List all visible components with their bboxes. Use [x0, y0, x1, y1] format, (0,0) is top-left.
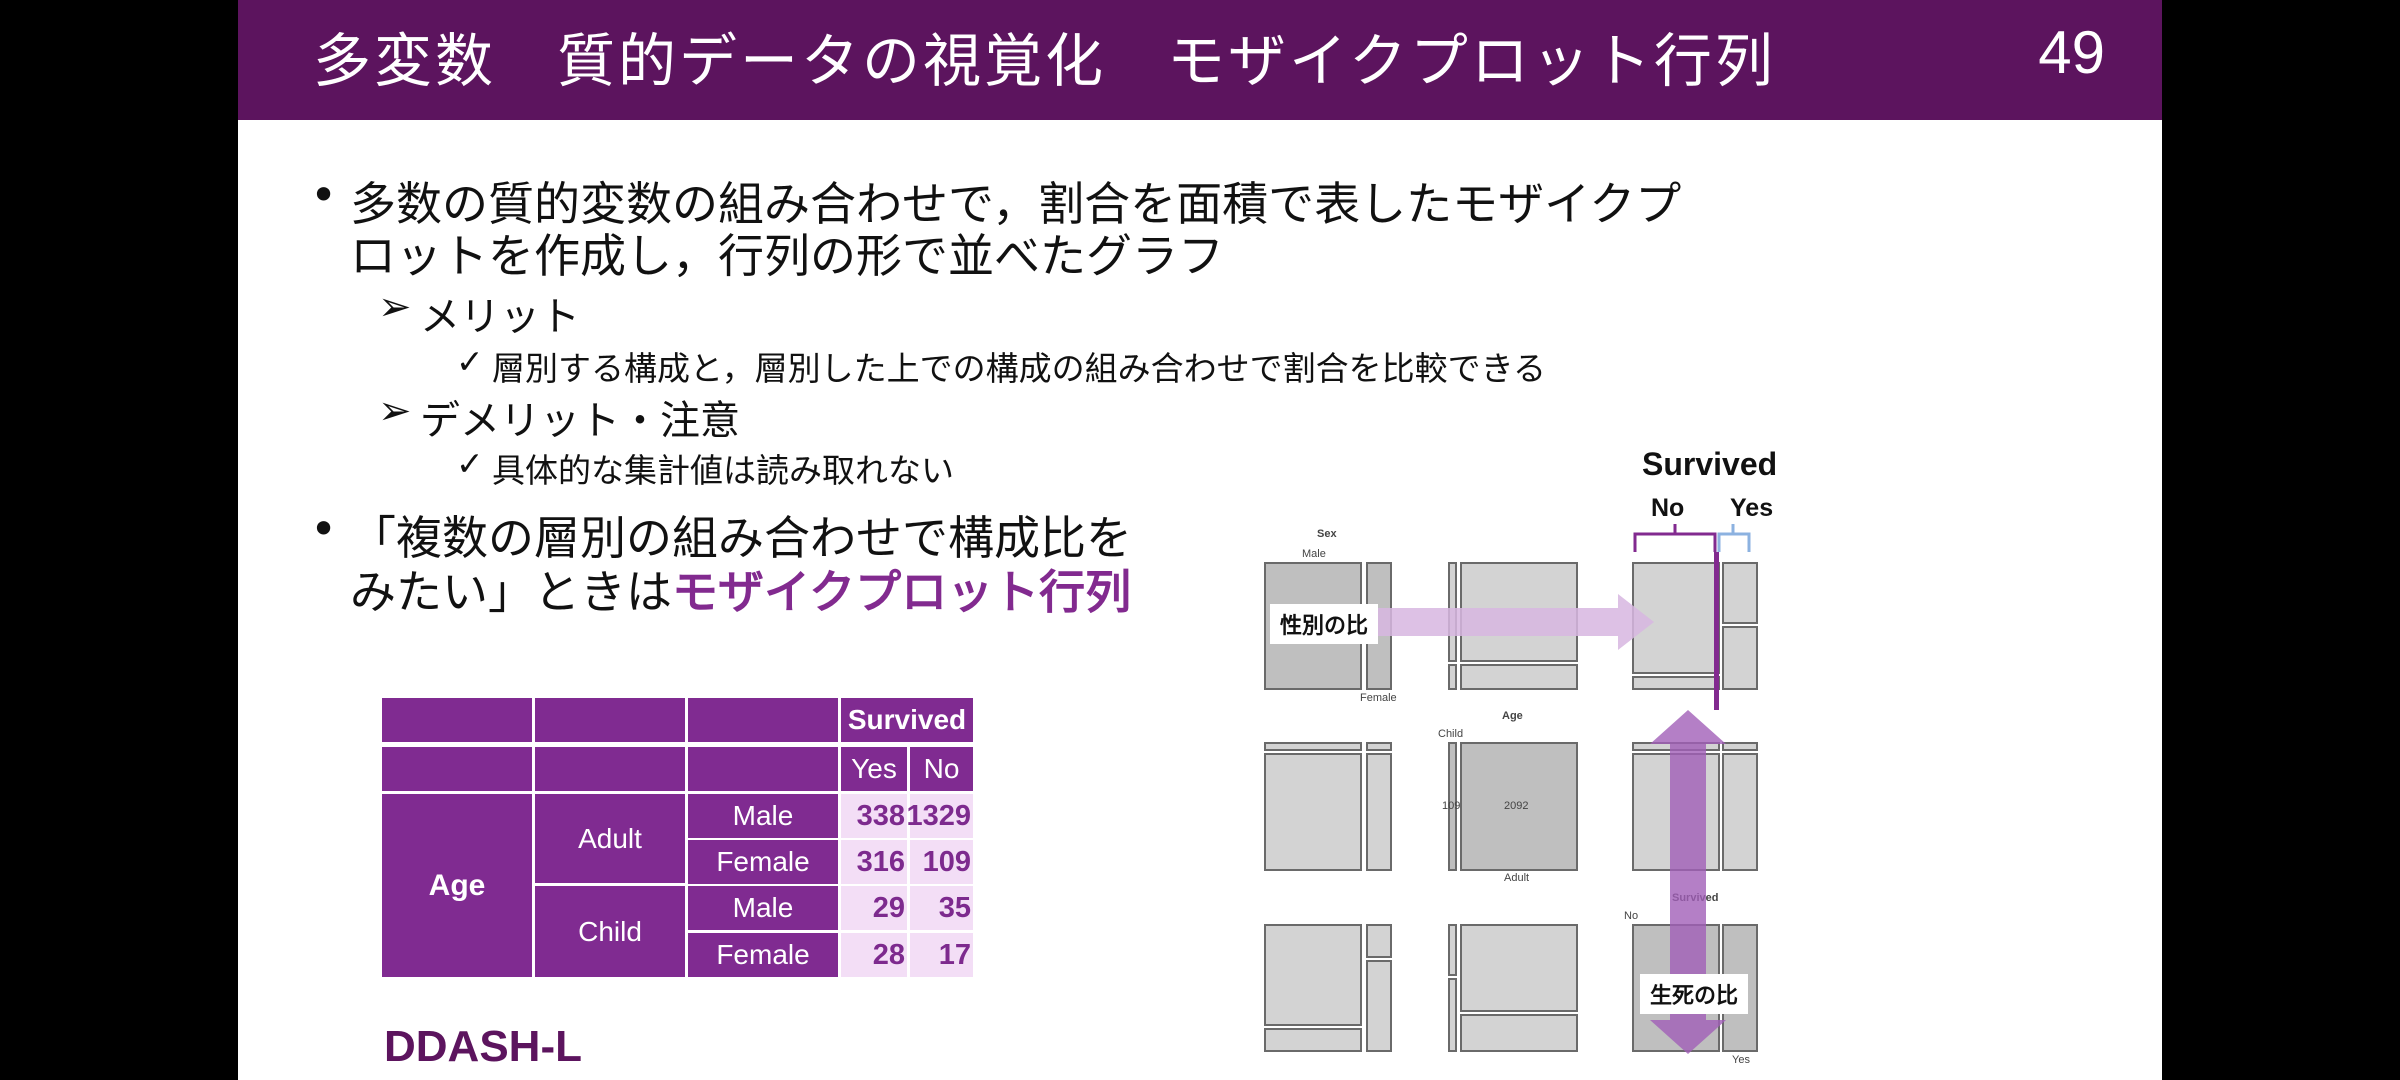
bullet2-line2: みたい」ときはモザイクプロット行列 — [350, 556, 1131, 622]
arrow-marker: ➢ — [378, 284, 412, 330]
page-number: 49 — [2038, 19, 2105, 86]
table-header-blank — [535, 747, 685, 791]
adult-label: Adult — [535, 794, 685, 883]
mosaic-tile — [1448, 978, 1457, 1052]
sex-cell: Male — [688, 886, 838, 930]
slide-title: 多変数 質的データの視覚化 モザイクプロット行列 — [313, 27, 1776, 95]
no-value: 109 — [910, 840, 973, 884]
mosaic-tile — [1366, 960, 1392, 1052]
table-header-blank — [688, 747, 838, 791]
sex-label: Sex — [1317, 528, 1337, 540]
no-value: 1329 — [906, 794, 973, 838]
mosaic-tile — [1264, 742, 1362, 751]
yes-value: 338 — [841, 794, 907, 838]
child-axis-label: Child — [1438, 728, 1464, 740]
yes-value: 29 — [841, 886, 907, 930]
table-header-blank — [382, 698, 532, 742]
slide-header: 多変数 質的データの視覚化 モザイクプロット行列 49 — [238, 0, 2162, 120]
mosaic-tile — [1632, 676, 1720, 690]
bullet2-highlight: モザイクプロット行列 — [672, 565, 1132, 619]
mosaic-tile — [1366, 742, 1392, 751]
mosaic-no-label: No — [1651, 494, 1685, 522]
age-label: Age — [382, 794, 532, 977]
no-value: 17 — [910, 933, 973, 977]
contingency-table: Survived Yes No Age Adult Child Male 338… — [382, 698, 982, 978]
yes-header: Yes — [841, 747, 907, 791]
mosaic-tile — [1366, 753, 1392, 871]
mosaic-tile — [1460, 664, 1578, 690]
survived-header: Survived — [841, 698, 973, 742]
arrow-marker: ➢ — [378, 388, 412, 434]
mosaic-tile — [1722, 753, 1758, 871]
brand-logo: DDASH-L — [384, 1022, 582, 1071]
age-axis-label: Age — [1502, 710, 1523, 722]
no-value: 35 — [910, 886, 973, 930]
mosaic-tile — [1722, 626, 1758, 690]
mosaic-tile — [1460, 924, 1578, 1012]
table-header-blank — [535, 698, 685, 742]
table-header-blank — [688, 698, 838, 742]
child-label: Child — [535, 886, 685, 977]
slide: 多変数 質的データの視覚化 モザイクプロット行列 49 • 多数の質的変数の組み… — [238, 0, 2162, 1080]
mosaic-tile — [1264, 924, 1362, 1026]
yes-value: 316 — [841, 840, 907, 884]
mosaic-tile — [1366, 924, 1392, 958]
bullet-dot: • — [310, 168, 338, 222]
brace-icon — [1633, 524, 1751, 552]
no-axis-label: No — [1624, 910, 1639, 922]
female-label: Female — [1360, 692, 1397, 704]
sex-cell: Female — [688, 840, 838, 884]
mosaic-tile — [1722, 742, 1758, 751]
child-count: 109 — [1442, 800, 1461, 812]
survival-ratio-tag: 生死の比 — [1640, 974, 1749, 1014]
demerit-item: 具体的な集計値は読み取れない — [492, 451, 954, 490]
mosaic-tile — [1448, 664, 1457, 690]
mosaic-yes-label: Yes — [1730, 494, 1774, 522]
mosaic-survived-title: Survived — [1642, 446, 1778, 482]
bullet-dot: • — [310, 502, 338, 556]
adult-axis-label: Adult — [1504, 872, 1530, 884]
mosaic-tile — [1448, 924, 1457, 976]
check-marker: ✓ — [456, 444, 484, 483]
divider-line — [1714, 552, 1719, 710]
sex-cell: Male — [688, 794, 838, 838]
merit-item: 層別する構成と，層別した上での構成の組み合わせで割合を比較できる — [492, 349, 1547, 388]
check-marker: ✓ — [456, 342, 484, 381]
arrow-right-icon — [1378, 594, 1654, 650]
mosaic-tile — [1460, 1014, 1578, 1052]
mosaic-tile — [1722, 562, 1758, 624]
sex-ratio-tag: 性別の比 — [1270, 604, 1379, 644]
demerit-label: デメリット・注意 — [420, 398, 740, 444]
adult-count: 2092 — [1504, 800, 1529, 812]
mosaic-tile — [1264, 1028, 1362, 1052]
sex-cell: Female — [688, 933, 838, 977]
bullet2-prefix: みたい」ときは — [350, 565, 672, 619]
male-label: Male — [1302, 548, 1326, 560]
merit-label: メリット — [420, 294, 580, 340]
table-header-blank — [382, 747, 532, 791]
no-header: No — [910, 747, 973, 791]
bullet1-line2: ロットを作成し，行列の形で並べたグラフ — [350, 229, 1224, 283]
yes-axis-label: Yes — [1732, 1054, 1750, 1066]
mosaic-tile — [1264, 753, 1362, 871]
yes-value: 28 — [841, 933, 907, 977]
